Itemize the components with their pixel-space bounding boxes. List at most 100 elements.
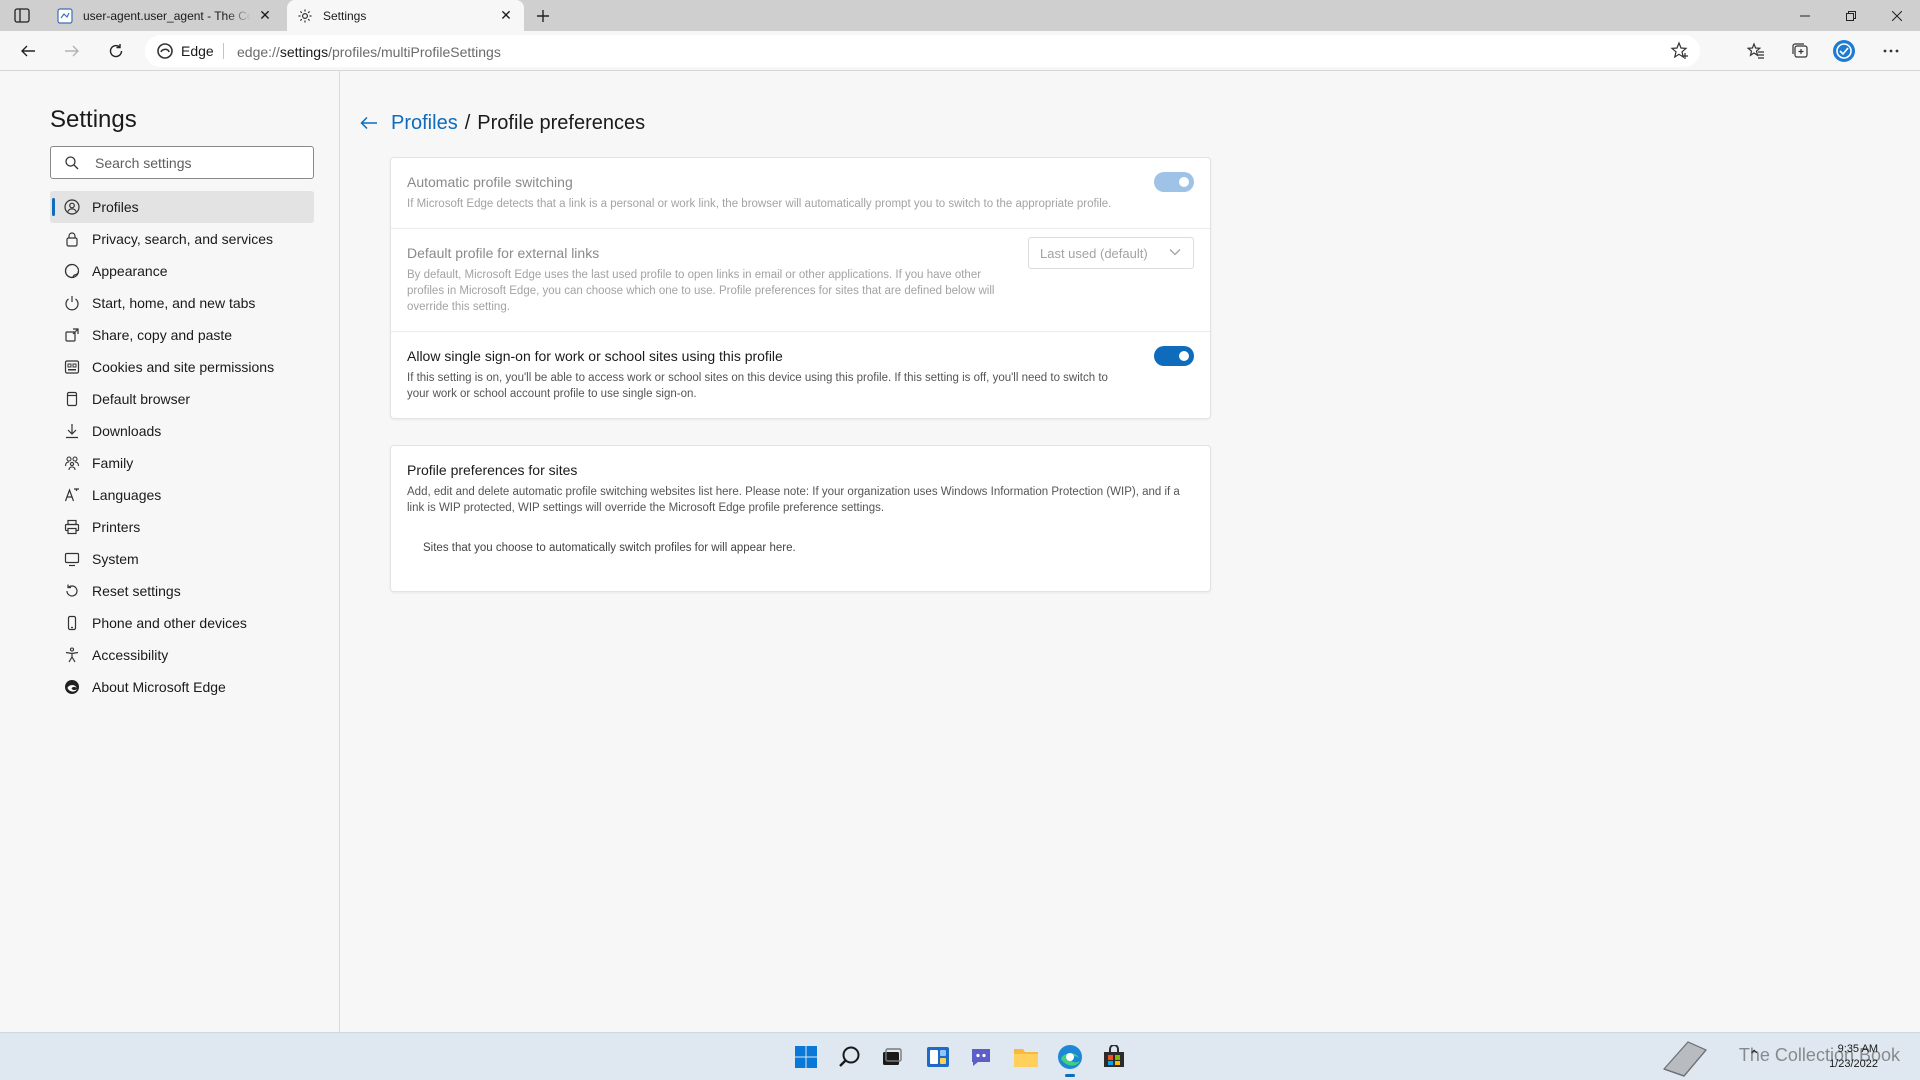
tab-actions-icon[interactable] bbox=[14, 8, 30, 23]
sidebar-item-label: Cookies and site permissions bbox=[92, 359, 275, 375]
clock-date: 1/23/2022 bbox=[1829, 1058, 1878, 1070]
auto-switch-toggle[interactable] bbox=[1154, 172, 1194, 192]
family-icon bbox=[64, 455, 80, 471]
sidebar-item-label: Privacy, search, and services bbox=[92, 231, 274, 247]
settings-content: Profiles / Profile preferences Automatic… bbox=[341, 71, 1920, 1032]
refresh-icon[interactable] bbox=[101, 36, 131, 66]
sso-row: Allow single sign-on for work or school … bbox=[391, 332, 1210, 418]
browser-icon bbox=[64, 391, 80, 407]
back-arrow-icon[interactable] bbox=[357, 111, 381, 135]
profile-avatar-icon[interactable] bbox=[1829, 36, 1859, 66]
close-tab-icon[interactable]: ✕ bbox=[492, 2, 520, 30]
profile-icon bbox=[64, 199, 80, 215]
default-profile-row: Default profile for external links By de… bbox=[391, 229, 1210, 332]
sso-title: Allow single sign-on for work or school … bbox=[407, 348, 783, 364]
close-window-icon[interactable] bbox=[1874, 0, 1920, 31]
store-icon[interactable] bbox=[1099, 1042, 1129, 1072]
share-icon bbox=[64, 327, 80, 343]
minimize-icon[interactable] bbox=[1782, 0, 1828, 31]
sidebar-item-phone[interactable]: Phone and other devices bbox=[50, 607, 314, 639]
site-preferences-row: Profile preferences for sites Add, edit … bbox=[391, 446, 1210, 570]
sidebar-item-accessibility[interactable]: Accessibility bbox=[50, 639, 314, 671]
sidebar-item-privacy[interactable]: Privacy, search, and services bbox=[50, 223, 314, 255]
sidebar-item-label: Phone and other devices bbox=[92, 615, 247, 631]
add-favorite-icon[interactable] bbox=[1670, 41, 1690, 61]
page-title: Profile preferences bbox=[477, 111, 646, 134]
sidebar-item-share-copy[interactable]: Share, copy and paste bbox=[50, 319, 314, 351]
search-icon[interactable] bbox=[835, 1042, 865, 1072]
edge-chip-label: Edge bbox=[181, 43, 214, 59]
default-profile-desc: By default, Microsoft Edge uses the last… bbox=[407, 269, 995, 313]
sidebar-item-label: Downloads bbox=[92, 423, 162, 439]
windows-start-icon[interactable] bbox=[791, 1042, 821, 1072]
auto-switch-row: Automatic profile switching If Microsoft… bbox=[391, 158, 1210, 229]
edge-site-chip[interactable]: Edge bbox=[157, 43, 214, 59]
sidebar-item-label: Printers bbox=[92, 519, 141, 535]
url-path: /profiles/multiProfileSettings bbox=[328, 44, 501, 60]
clock-time: 9:35 AM bbox=[1837, 1043, 1878, 1055]
tab-user-agent[interactable]: user-agent.user_agent - The Coll ✕ bbox=[47, 0, 283, 31]
file-explorer-icon[interactable] bbox=[1011, 1042, 1041, 1072]
sidebar-item-start-home[interactable]: Start, home, and new tabs bbox=[50, 287, 314, 319]
search-box[interactable] bbox=[50, 146, 314, 179]
default-profile-dropdown[interactable]: Last used (default) bbox=[1028, 237, 1194, 269]
address-bar[interactable]: Edge edge://settings/profiles/multiProfi… bbox=[145, 35, 1700, 67]
lock-icon bbox=[64, 231, 80, 247]
sidebar-item-printers[interactable]: Printers bbox=[50, 511, 314, 543]
auto-switch-desc: If Microsoft Edge detects that a link is… bbox=[407, 198, 1112, 210]
breadcrumb-profiles-link[interactable]: Profiles bbox=[391, 112, 458, 135]
sidebar-item-downloads[interactable]: Downloads bbox=[50, 415, 314, 447]
dropdown-value: Last used (default) bbox=[1040, 245, 1148, 261]
breadcrumb: Profiles / Profile preferences bbox=[357, 111, 645, 135]
tab-settings[interactable]: Settings ✕ bbox=[287, 0, 524, 31]
favorites-icon[interactable] bbox=[1741, 36, 1771, 66]
appearance-icon bbox=[64, 263, 80, 279]
sidebar-item-label: Default browser bbox=[92, 391, 191, 407]
sso-desc: If this setting is on, you'll be able to… bbox=[407, 372, 1108, 400]
new-tab-icon[interactable] bbox=[530, 3, 556, 29]
settings-sidebar: Settings Profiles Privacy, search, and s… bbox=[0, 71, 340, 1032]
edge-logo-icon bbox=[157, 43, 173, 59]
sidebar-item-appearance[interactable]: Appearance bbox=[50, 255, 314, 287]
auto-switch-title: Automatic profile switching bbox=[407, 174, 573, 190]
sidebar-item-about[interactable]: About Microsoft Edge bbox=[50, 671, 314, 703]
sidebar-item-label: Accessibility bbox=[92, 647, 169, 663]
sidebar-item-cookies[interactable]: Cookies and site permissions bbox=[50, 351, 314, 383]
site-preferences-card: Profile preferences for sites Add, edit … bbox=[390, 445, 1211, 592]
sidebar-item-family[interactable]: Family bbox=[50, 447, 314, 479]
system-icon bbox=[64, 551, 80, 567]
cookies-icon bbox=[64, 359, 80, 375]
tab-title: user-agent.user_agent - The Coll bbox=[83, 8, 251, 23]
sidebar-item-languages[interactable]: Languages bbox=[50, 479, 314, 511]
restore-icon[interactable] bbox=[1828, 0, 1874, 31]
gear-icon bbox=[298, 9, 312, 22]
widgets-icon[interactable] bbox=[923, 1042, 953, 1072]
breadcrumb-separator: / bbox=[464, 111, 471, 134]
site-preferences-desc: Add, edit and delete automatic profile s… bbox=[407, 486, 1180, 514]
system-tray: ⌃ The Collection Book 9:35 AM 1/23/2022 bbox=[1660, 1033, 1920, 1080]
url-text[interactable]: edge://settings/profiles/multiProfileSet… bbox=[237, 44, 501, 60]
back-icon[interactable] bbox=[13, 36, 43, 66]
sso-toggle[interactable] bbox=[1154, 346, 1194, 366]
collections-icon[interactable] bbox=[1785, 36, 1815, 66]
url-scheme: edge:// bbox=[237, 44, 280, 60]
sidebar-item-default-browser[interactable]: Default browser bbox=[50, 383, 314, 415]
sidebar-item-profiles[interactable]: Profiles bbox=[50, 191, 314, 223]
task-view-icon[interactable] bbox=[877, 1042, 907, 1072]
search-input[interactable] bbox=[95, 153, 305, 173]
chat-icon[interactable] bbox=[966, 1042, 996, 1072]
forward-icon[interactable] bbox=[57, 36, 87, 66]
clock[interactable]: 9:35 AM 1/23/2022 bbox=[1829, 1042, 1878, 1072]
document-favicon-icon bbox=[57, 7, 73, 24]
sidebar-item-system[interactable]: System bbox=[50, 543, 314, 575]
sidebar-item-reset[interactable]: Reset settings bbox=[50, 575, 314, 607]
search-icon bbox=[65, 156, 79, 170]
sites-empty-message: Sites that you choose to automatically s… bbox=[423, 542, 796, 554]
tab-title: Settings bbox=[323, 8, 367, 23]
address-separator bbox=[223, 43, 224, 59]
edge-icon[interactable] bbox=[1055, 1042, 1085, 1077]
sidebar-item-label: Reset settings bbox=[92, 583, 181, 599]
printer-icon bbox=[64, 519, 80, 535]
more-options-icon[interactable] bbox=[1876, 36, 1906, 66]
close-tab-icon[interactable]: ✕ bbox=[251, 2, 279, 30]
